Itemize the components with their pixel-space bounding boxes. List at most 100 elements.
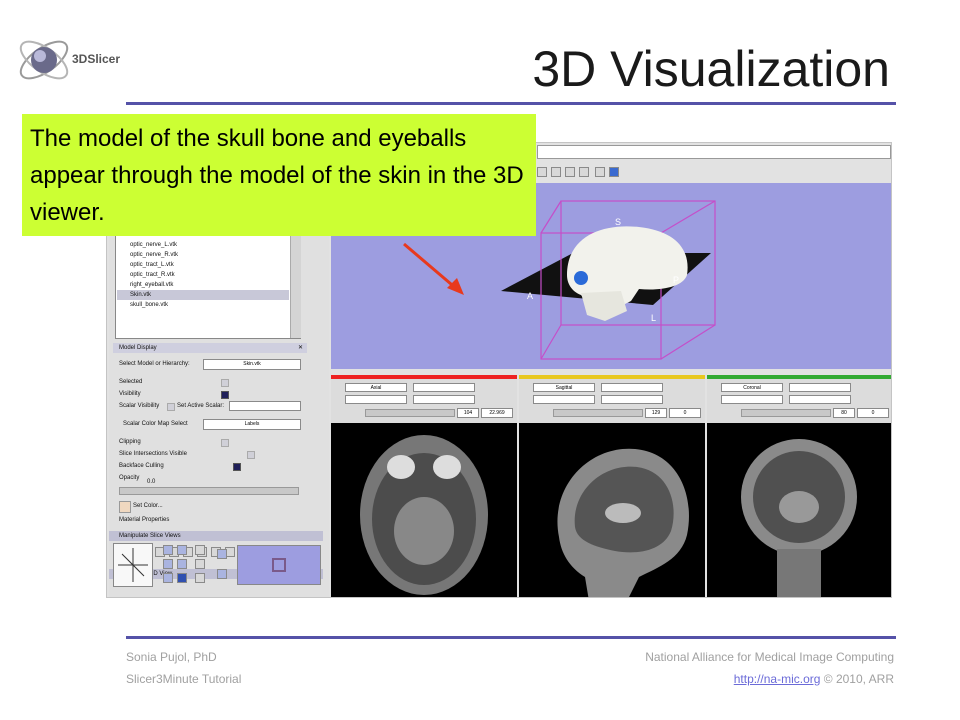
slice-controls: Sagittal 129 0 [519,379,705,423]
manipulate-slice-views-title: Manipulate Slice Views [119,533,181,539]
slice-index[interactable]: 80 [833,408,855,418]
viewer-toolbar [537,165,643,179]
slice-controls: Coronal 80 0 [707,379,891,423]
layer-dropdown[interactable] [413,383,475,392]
model-display-title: Model Display [119,345,157,351]
view-zoom-icon[interactable] [195,559,205,569]
orientation-label-a: A [527,291,533,301]
set-color-button[interactable]: Set Color... [133,503,163,509]
tree-item-selected[interactable]: Skin.vtk [130,292,151,298]
tree-item[interactable]: skull_bone.vtk [130,302,168,308]
slice-controls: Axial 104 22.969 [331,379,517,423]
callout-arrow [403,242,464,295]
footer-author: Sonia Pujol, PhD [126,650,217,664]
backface-culling-label: Backface Culling [119,463,164,469]
view-pin-icon[interactable] [217,569,227,579]
backface-culling-checkbox[interactable] [233,463,241,471]
footer-copyright: © 2010, ARR [823,672,894,686]
model-hierarchy-tree[interactable]: optic_nerve_L.vtk optic_nerve_R.vtk opti… [115,235,301,339]
color-map-dropdown[interactable]: Labels [203,419,301,430]
jaw-model [581,291,627,321]
view-pin-icon[interactable] [217,549,227,559]
set-active-scalar-label: Set Active Scalar: [177,403,225,409]
3d-view-buttons [159,545,239,585]
slice-intersections-label: Slice Intersections Visible [119,451,187,457]
slice-view-axial[interactable]: Axial 104 22.969 [331,375,517,597]
layer-dropdown[interactable] [789,383,851,392]
visibility-label: Visibility [119,391,141,397]
tree-item[interactable]: optic_nerve_L.vtk [130,242,177,248]
address-bar[interactable] [537,145,891,159]
slicer-logo-icon [19,40,69,80]
tree-scrollbar[interactable] [290,236,301,338]
clipping-checkbox[interactable] [221,439,229,447]
scalar-color-map-label: Scalar Color Map Select [123,421,188,427]
view-rotate-icon[interactable] [177,559,187,569]
toolbar-reset-view-icon[interactable] [609,167,619,177]
eyeball-model [574,271,588,285]
layer-dropdown[interactable] [789,395,851,404]
layer-dropdown[interactable] [601,383,663,392]
orientation-label-l: L [651,313,656,323]
footer-link[interactable]: http://na-mic.org [734,672,821,686]
model-display-header[interactable]: Model Display ✕ [113,343,307,353]
slice-view-sagittal[interactable]: Sagittal 129 0 [519,375,705,597]
collapse-icon[interactable]: ✕ [298,344,303,351]
active-scalar-dropdown[interactable] [229,401,301,411]
footer-divider [126,636,896,639]
3d-view-thumbnail[interactable] [237,545,321,585]
slice-view-coronal[interactable]: Coronal 80 0 [707,375,891,597]
slice-index[interactable]: 129 [645,408,667,418]
visibility-checkbox[interactable] [221,391,229,399]
3d-navigation-widget[interactable] [113,543,153,587]
view-rotate-icon[interactable] [163,559,173,569]
view-zoom-icon[interactable] [195,573,205,583]
set-color-swatch[interactable] [119,501,131,513]
slice-offset[interactable]: 0 [857,408,889,418]
orientation-dropdown[interactable]: Coronal [721,383,783,392]
slice-slider[interactable] [365,409,455,417]
toolbar-crosshair-icon[interactable] [595,167,605,177]
slice-offset[interactable]: 22.969 [481,408,513,418]
footer-tutorial: Slicer3Minute Tutorial [126,672,242,686]
layer-dropdown[interactable] [345,395,407,404]
manipulate-slice-views-header[interactable]: Manipulate Slice Views [109,531,323,541]
toolbar-screenshot-icon[interactable] [565,167,575,177]
opacity-label: Opacity [119,475,140,481]
orientation-dropdown[interactable]: Sagittal [533,383,595,392]
page-title: 3D Visualization [532,41,890,97]
view-rotate-icon[interactable] [163,545,173,555]
scalar-visibility-checkbox[interactable] [167,403,175,411]
view-rotate-icon[interactable] [177,573,187,583]
selected-checkbox[interactable] [221,379,229,387]
slicer-logo-text: 3DSlicer [72,52,121,66]
slice-offset[interactable]: 0 [669,408,701,418]
view-zoom-icon[interactable] [195,545,205,555]
layer-dropdown[interactable] [533,395,595,404]
slice-index[interactable]: 104 [457,408,479,418]
toolbar-mouse-mode-icon[interactable] [579,167,589,177]
layer-dropdown[interactable] [413,395,475,404]
toolbar-view-icon[interactable] [537,167,547,177]
view-rotate-icon[interactable] [177,545,187,555]
slice-slider[interactable] [741,409,831,417]
tree-item[interactable]: optic_tract_R.vtk [130,272,175,278]
select-model-dropdown[interactable]: Skin.vtk [203,359,301,370]
footer-organization: National Alliance for Medical Image Comp… [645,650,894,664]
view-rotate-icon[interactable] [163,573,173,583]
slicer-logo: 3DSlicer [14,30,134,90]
orientation-dropdown[interactable]: Axial [345,383,407,392]
slice-intersections-checkbox[interactable] [247,451,255,459]
slice-slider[interactable] [553,409,643,417]
toolbar-layout-icon[interactable] [551,167,561,177]
layer-dropdown[interactable] [721,395,783,404]
tree-item[interactable]: optic_tract_L.vtk [130,262,174,268]
material-properties-toggle[interactable]: Material Properties [119,517,169,523]
opacity-slider[interactable] [119,487,299,495]
select-model-label: Select Model or Hierarchy: [119,361,190,367]
layer-dropdown[interactable] [601,395,663,404]
tree-item[interactable]: optic_nerve_R.vtk [130,252,178,258]
orientation-axes-icon [118,548,148,582]
selected-label: Selected [119,379,143,385]
tree-item[interactable]: right_eyeball.vtk [130,282,173,288]
